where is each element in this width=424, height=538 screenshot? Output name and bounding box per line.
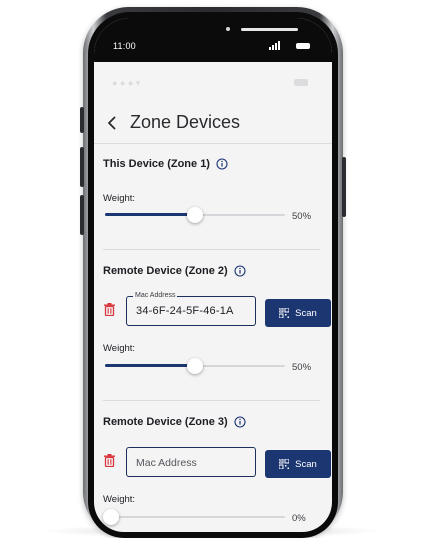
slider-thumb[interactable] [187,358,203,374]
zone-2-title-text: Remote Device (Zone 2) [103,265,228,277]
qr-scan-icon [279,308,290,318]
zone-2-mac-address-input[interactable]: Mac Address 34-6F-24-5F-46-1A [126,291,256,326]
zone-1-weight-value: 50% [292,211,312,222]
status-bar: 11:00 [94,18,332,62]
slider-fill [105,364,195,367]
section-divider [103,249,320,250]
speaker-bar [241,28,298,31]
scan-button-label: Scan [295,458,317,470]
volume-up-button [80,147,84,187]
battery-icon [296,43,310,49]
zone-3-title-text: Remote Device (Zone 3) [103,416,228,428]
camera-dot [226,27,230,31]
zone-3-scan-button[interactable]: Scan [265,450,331,478]
zone-2-weight-label: Weight: [103,343,136,354]
header-divider [94,143,332,144]
phone-bezel: 11:00 ● ● ● ▾ Zone Devices This Device (… [88,12,338,538]
power-button [342,157,346,217]
info-icon[interactable] [234,416,246,428]
trash-icon[interactable] [104,303,115,316]
zone-1-title-text: This Device (Zone 1) [103,158,210,170]
zone-1-weight-slider[interactable] [105,207,285,223]
phone-frame: 11:00 ● ● ● ▾ Zone Devices This Device (… [80,7,346,538]
qr-scan-icon [279,459,290,469]
slider-thumb[interactable] [187,207,203,223]
info-icon[interactable] [234,265,246,277]
zone-1-title: This Device (Zone 1) [103,158,228,170]
signal-icon [269,41,280,50]
faded-status-time: ● ● ● ▾ [112,78,141,88]
chevron-left-icon[interactable] [102,113,122,133]
zone-3-weight-slider[interactable] [103,509,285,525]
page-title: Zone Devices [130,112,241,132]
slider-thumb[interactable] [103,509,119,525]
scan-button-label: Scan [295,307,317,319]
zone-3-weight-label: Weight: [103,494,136,505]
zone-3-weight-value: 0% [292,513,306,524]
page-header: Zone Devices [94,110,332,140]
zone-3-title: Remote Device (Zone 3) [103,416,246,428]
zone-2-scan-button[interactable]: Scan [265,299,331,327]
mac-address-value: 34-6F-24-5F-46-1A [136,305,234,317]
mac-address-placeholder: Mac Address [136,457,197,469]
slider-fill [105,213,195,216]
mac-address-floating-label: Mac Address [133,291,178,301]
zone-2-weight-slider[interactable] [105,358,285,374]
zone-1-weight-label: Weight: [103,193,136,204]
trash-icon[interactable] [104,454,115,467]
mute-switch [80,107,84,133]
zone-3-mac-address-input[interactable]: Mac Address [126,447,256,477]
notch [148,18,298,42]
section-divider [103,400,320,401]
status-time: 11:00 [113,41,136,51]
app-status-overlay: ● ● ● ▾ [94,62,332,106]
zone-2-title: Remote Device (Zone 2) [103,265,246,277]
volume-down-button [80,195,84,235]
faded-battery-icon [294,79,308,86]
app-screen: 11:00 ● ● ● ▾ Zone Devices This Device (… [94,18,332,532]
info-icon[interactable] [216,158,228,170]
zone-2-weight-value: 50% [292,362,312,373]
slider-track [105,516,285,518]
